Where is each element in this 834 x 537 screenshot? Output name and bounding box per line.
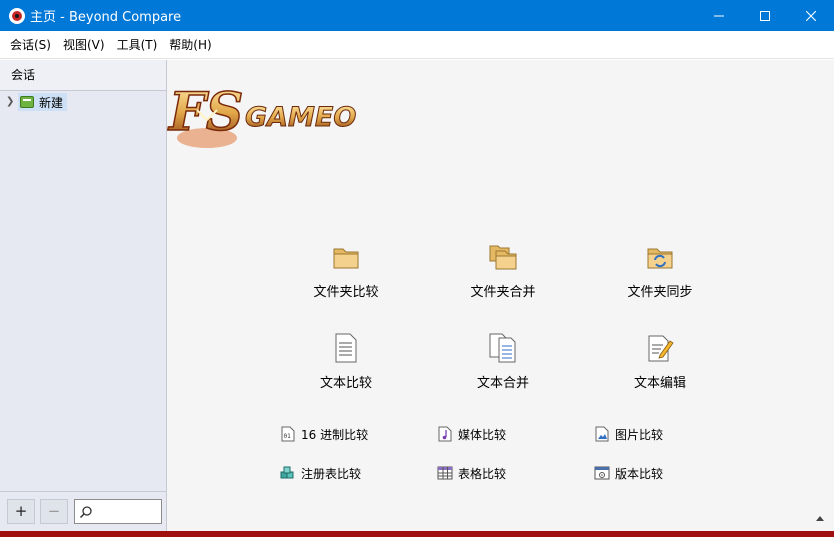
picture-compare-icon: [595, 426, 609, 442]
sidebar-footer: + −: [0, 491, 166, 531]
registry-compare-icon: [280, 466, 294, 479]
media-compare-icon: [438, 426, 452, 442]
remove-session-button[interactable]: −: [40, 499, 68, 524]
minimize-button[interactable]: [696, 0, 742, 31]
folder-sync-tile[interactable]: 文件夹同步: [600, 242, 720, 300]
hex-compare-tile[interactable]: 01 16 进制比较: [280, 425, 368, 443]
maximize-icon: [760, 10, 770, 21]
close-icon: [806, 10, 816, 21]
title-bar: 主页 - Beyond Compare: [0, 0, 834, 31]
bottom-accent-strip: [0, 531, 834, 537]
gameo-logo: FS GAMEO: [167, 81, 357, 148]
svg-text:FS: FS: [167, 82, 243, 143]
search-icon: [79, 506, 92, 519]
menu-bar: 会话(S) 视图(V) 工具(T) 帮助(H): [0, 31, 834, 59]
text-compare-icon: [335, 333, 357, 363]
session-icon: [20, 96, 34, 108]
table-compare-icon: [437, 466, 453, 480]
sidebar-item-new[interactable]: ❯ 新建: [6, 93, 68, 111]
folder-compare-tile[interactable]: 文件夹比较: [286, 242, 406, 300]
maximize-button[interactable]: [742, 0, 788, 31]
text-merge-icon: [489, 333, 516, 363]
menu-help[interactable]: 帮助(H): [163, 31, 217, 59]
menu-view[interactable]: 视图(V): [57, 31, 111, 59]
sidebar-header: 会话: [0, 60, 166, 91]
hex-compare-icon: 01: [281, 426, 295, 442]
folder-sync-icon: [647, 248, 673, 269]
text-merge-tile[interactable]: 文本合并: [443, 333, 563, 391]
table-compare-tile[interactable]: 表格比较: [437, 464, 506, 482]
window-title: 主页 - Beyond Compare: [30, 10, 182, 25]
chevron-right-icon[interactable]: ❯: [6, 93, 18, 111]
home-panel: FS GAMEO 文件夹比较 文件夹合并 文件夹同步 文本比较 文本合并 文本编…: [167, 60, 834, 531]
folder-merge-tile[interactable]: 文件夹合并: [443, 242, 563, 300]
picture-compare-tile[interactable]: 图片比较: [594, 425, 663, 443]
folder-merge-icon: [489, 245, 517, 270]
scroll-up-arrow-icon[interactable]: [816, 516, 824, 521]
app-icon: [9, 7, 25, 24]
media-compare-tile[interactable]: 媒体比较: [437, 425, 506, 443]
menu-tools[interactable]: 工具(T): [111, 31, 164, 59]
sidebar-item-label: 新建: [39, 95, 64, 110]
registry-compare-tile[interactable]: 注册表比较: [280, 464, 361, 482]
add-session-button[interactable]: +: [7, 499, 35, 524]
sessions-sidebar: 会话 ❯ 新建 + −: [0, 60, 167, 531]
text-edit-icon: [648, 335, 674, 362]
close-button[interactable]: [788, 0, 834, 31]
text-compare-tile[interactable]: 文本比较: [286, 333, 406, 391]
folder-icon: [333, 248, 359, 269]
svg-text:GAMEO: GAMEO: [245, 102, 356, 133]
svg-text:01: 01: [284, 433, 292, 440]
text-edit-tile[interactable]: 文本编辑: [600, 333, 720, 391]
version-compare-icon: [594, 466, 610, 480]
session-search-input[interactable]: [74, 499, 162, 524]
version-compare-tile[interactable]: 版本比较: [594, 464, 663, 482]
menu-session[interactable]: 会话(S): [4, 31, 57, 59]
minimize-icon: [714, 15, 724, 16]
